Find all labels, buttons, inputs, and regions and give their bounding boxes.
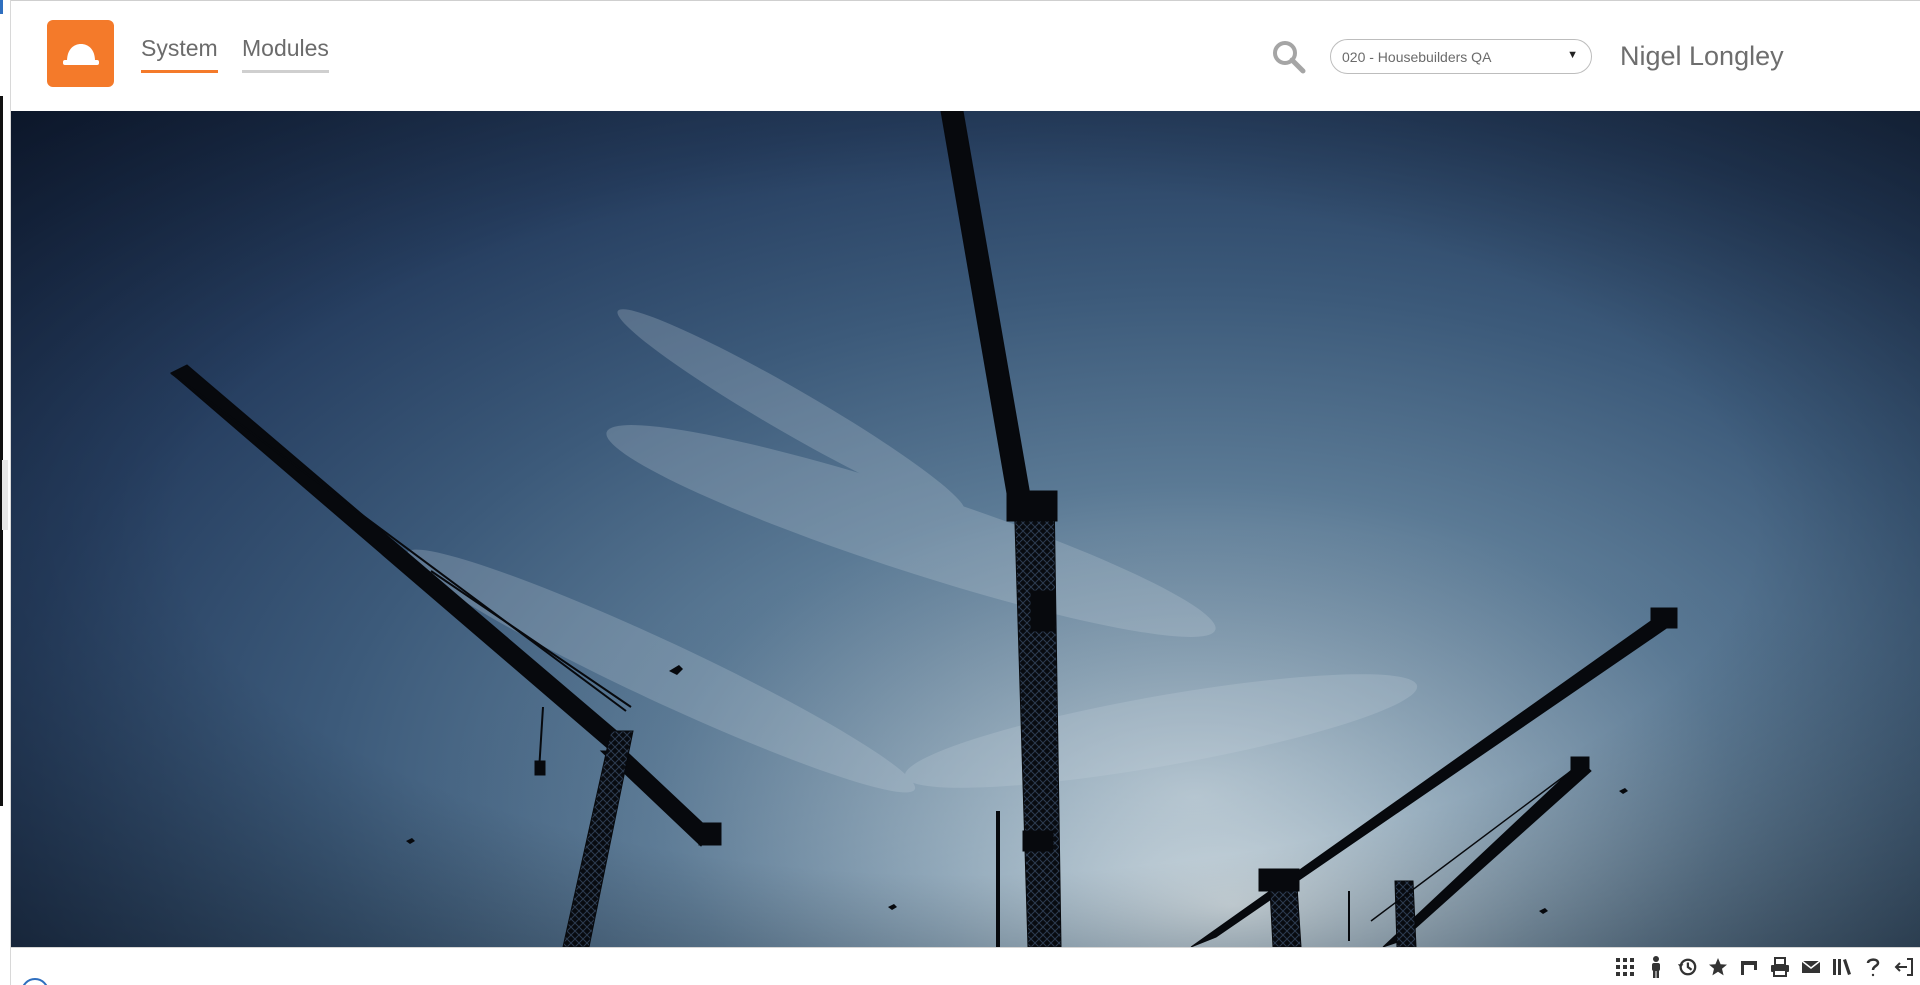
toolbar-icons [1615,956,1914,978]
edge-scroll-handle[interactable] [2,460,8,530]
window-left-edge [0,0,11,985]
library-icon[interactable] [1832,956,1852,978]
edge-marker [0,96,3,806]
search-icon[interactable] [1271,39,1307,75]
hard-hat-icon [62,43,99,65]
printer-icon[interactable] [1770,956,1790,978]
construction-cranes-at-dusk-image [11,111,1920,947]
grid-icon[interactable] [1615,956,1635,978]
person-icon[interactable] [1646,956,1666,978]
status-indicator [21,978,49,985]
app-logo[interactable] [47,20,114,87]
organisation-select-value: 020 - Housebuilders QA [1342,48,1492,65]
bottom-toolbar [11,947,1920,985]
help-icon[interactable] [1863,956,1883,978]
hero-image [11,111,1920,947]
logout-icon[interactable] [1894,956,1914,978]
history-icon[interactable] [1677,956,1697,978]
edge-marker [0,0,3,14]
flag-icon[interactable] [1739,956,1759,978]
nav-tab-modules[interactable]: Modules [242,35,329,73]
star-icon[interactable] [1708,956,1728,978]
top-header: System Modules 020 - Housebuilders QA ▼ … [11,0,1920,111]
user-name[interactable]: Nigel Longley [1620,41,1784,72]
chevron-down-icon: ▼ [1567,49,1578,61]
app-window: System Modules 020 - Housebuilders QA ▼ … [0,0,1920,985]
nav-tab-system[interactable]: System [141,35,218,73]
organisation-select[interactable]: 020 - Housebuilders QA ▼ [1330,39,1592,74]
mail-icon[interactable] [1801,956,1821,978]
